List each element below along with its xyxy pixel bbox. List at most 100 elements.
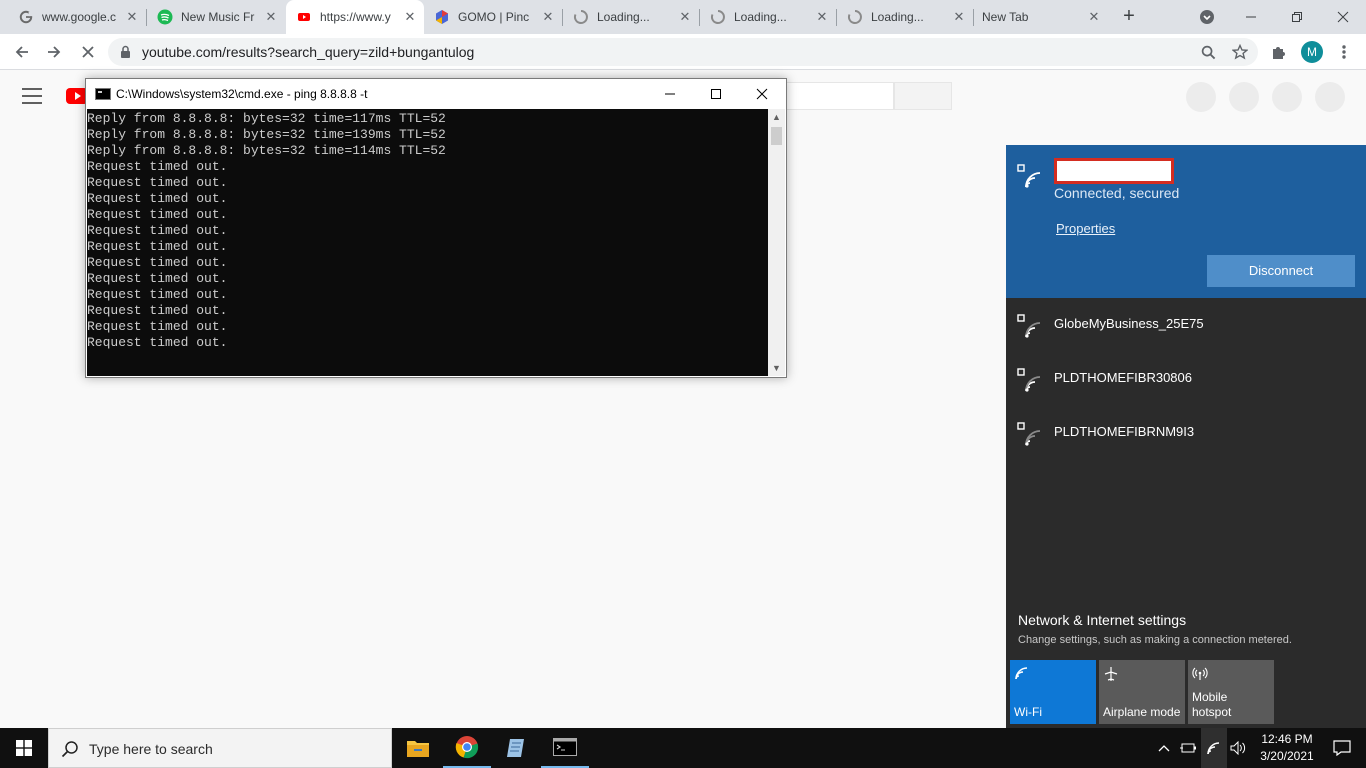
- close-icon[interactable]: ✕: [814, 9, 830, 25]
- close-icon[interactable]: ✕: [124, 9, 140, 25]
- close-icon: [82, 46, 94, 58]
- scroll-down-icon[interactable]: ▼: [768, 360, 785, 376]
- close-icon[interactable]: ✕: [540, 9, 556, 25]
- forward-button[interactable]: [42, 40, 66, 64]
- disconnect-button[interactable]: Disconnect: [1207, 255, 1355, 287]
- restore-button[interactable]: [1274, 0, 1320, 34]
- console-line: Request timed out.: [87, 287, 228, 302]
- network-list-item[interactable]: GlobeMyBusiness_25E75: [1006, 298, 1366, 352]
- tab-title: GOMO | Pinc: [458, 10, 530, 24]
- close-window-button[interactable]: [1320, 0, 1366, 34]
- close-icon[interactable]: ✕: [677, 9, 693, 25]
- tab-title: Loading...: [871, 10, 924, 24]
- properties-link[interactable]: Properties: [1056, 221, 1115, 236]
- network-list-item[interactable]: PLDTHOMEFIBR30806: [1006, 352, 1366, 406]
- scrollbar-thumb[interactable]: [771, 127, 782, 145]
- cmd-minimize-button[interactable]: [647, 79, 693, 109]
- console-line: Request timed out.: [87, 175, 228, 190]
- tab-search-button[interactable]: [1184, 0, 1230, 34]
- console-line: Reply from 8.8.8.8: bytes=32 time=139ms …: [87, 127, 446, 142]
- cmd-app[interactable]: [541, 728, 589, 768]
- taskbar-search-box[interactable]: Type here to search: [48, 728, 392, 768]
- new-tab-button[interactable]: +: [1118, 6, 1140, 28]
- gomo-icon: [434, 9, 450, 25]
- console-line: Request timed out.: [87, 191, 228, 206]
- minimize-button[interactable]: [1228, 0, 1274, 34]
- tab-google[interactable]: www.google.c ✕: [8, 0, 146, 34]
- clock-time: 12:46 PM: [1261, 732, 1313, 746]
- cmd-close-button[interactable]: [739, 79, 785, 109]
- taskbar-clock[interactable]: 12:46 PM 3/20/2021: [1252, 731, 1322, 765]
- connected-network-card[interactable]: Connected, secured Properties Disconnect: [1006, 145, 1366, 298]
- console-line: Request timed out.: [87, 239, 228, 254]
- bookmark-button[interactable]: [1228, 40, 1252, 64]
- console-output[interactable]: Reply from 8.8.8.8: bytes=32 time=117ms …: [87, 109, 768, 376]
- wifi-secured-icon: [1017, 164, 1041, 188]
- file-explorer-app[interactable]: [394, 728, 442, 768]
- minimize-icon: [665, 93, 675, 95]
- address-bar[interactable]: youtube.com/results?search_query=zild+bu…: [108, 38, 1258, 66]
- chrome-icon: [455, 736, 479, 759]
- puzzle-icon: [1273, 47, 1285, 59]
- chrome-menu-button[interactable]: [1332, 40, 1356, 64]
- close-icon[interactable]: ✕: [951, 9, 967, 25]
- zoom-search-button[interactable]: [1196, 40, 1220, 64]
- start-button[interactable]: [0, 728, 48, 768]
- url-text[interactable]: youtube.com/results?search_query=zild+bu…: [142, 44, 474, 60]
- youtube-search-button[interactable]: [894, 82, 952, 110]
- tab-loading-2[interactable]: Loading... ✕: [700, 0, 836, 34]
- spotify-icon: [157, 9, 173, 25]
- stop-loading-button[interactable]: [76, 40, 100, 64]
- wifi-toggle[interactable]: Wi-Fi: [1010, 660, 1096, 724]
- chevron-up-icon: [1158, 745, 1170, 752]
- network-settings-link[interactable]: Network & Internet settings: [1018, 612, 1186, 628]
- cmd-maximize-button[interactable]: [693, 79, 739, 109]
- volume-tray-button[interactable]: [1227, 728, 1251, 768]
- cmd-titlebar[interactable]: C:\Windows\system32\cmd.exe - ping 8.8.8…: [86, 79, 786, 109]
- lock-icon: [121, 45, 130, 58]
- loading-placeholder-icon: [1229, 82, 1259, 112]
- wifi-secured-icon: [1017, 368, 1041, 392]
- loading-placeholder-icon: [1272, 82, 1302, 112]
- connection-status: Connected, secured: [1054, 185, 1180, 201]
- cmd-app-icon: [95, 88, 111, 100]
- search-icon: [61, 741, 78, 758]
- tab-new-tab[interactable]: New Tab ✕: [974, 0, 1108, 34]
- console-line: Request timed out.: [87, 223, 228, 238]
- mobile-hotspot-toggle[interactable]: Mobile hotspot: [1188, 660, 1274, 724]
- clock-date: 3/20/2021: [1260, 749, 1314, 763]
- chrome-app[interactable]: [443, 728, 491, 768]
- wifi-icon: [1207, 742, 1220, 755]
- close-icon[interactable]: ✕: [1086, 9, 1102, 25]
- tab-spotify[interactable]: New Music Fr ✕: [147, 0, 285, 34]
- speaker-icon: [1230, 741, 1246, 755]
- hamburger-menu-icon[interactable]: [22, 88, 42, 104]
- network-tray-button[interactable]: [1201, 728, 1227, 768]
- battery-tray-button[interactable]: [1176, 728, 1200, 768]
- tab-loading-3[interactable]: Loading... ✕: [837, 0, 973, 34]
- show-hidden-icons-button[interactable]: [1154, 728, 1174, 768]
- tab-gomo[interactable]: GOMO | Pinc ✕: [424, 0, 562, 34]
- redacted-network-name: [1054, 158, 1174, 184]
- console-line: Request timed out.: [87, 271, 228, 286]
- windows-taskbar: Type here to search 12:46 PM 3/20/2021: [0, 728, 1366, 768]
- browser-tab-strip: www.google.c ✕ New Music Fr ✕ https://ww…: [0, 0, 1366, 34]
- action-center-button[interactable]: [1322, 728, 1362, 768]
- browser-toolbar: youtube.com/results?search_query=zild+bu…: [0, 34, 1366, 70]
- arrow-right-icon: [48, 46, 61, 58]
- tab-youtube-active[interactable]: https://www.y ✕: [286, 0, 424, 34]
- network-list-item[interactable]: PLDTHOMEFIBRNM9I3: [1006, 406, 1366, 460]
- close-icon[interactable]: ✕: [402, 9, 418, 25]
- close-icon[interactable]: ✕: [263, 9, 279, 25]
- notepad-app[interactable]: [492, 728, 540, 768]
- extensions-button[interactable]: [1267, 40, 1291, 64]
- tab-title: Loading...: [734, 10, 787, 24]
- tab-loading-1[interactable]: Loading... ✕: [563, 0, 699, 34]
- profile-avatar[interactable]: M: [1301, 41, 1323, 63]
- airplane-mode-toggle[interactable]: Airplane mode: [1099, 660, 1185, 724]
- cmd-scrollbar[interactable]: ▲ ▼: [768, 109, 785, 376]
- scroll-up-icon[interactable]: ▲: [768, 109, 785, 125]
- back-button[interactable]: [10, 40, 34, 64]
- youtube-search-input[interactable]: [786, 82, 894, 110]
- network-flyout: Connected, secured Properties Disconnect…: [1006, 145, 1366, 728]
